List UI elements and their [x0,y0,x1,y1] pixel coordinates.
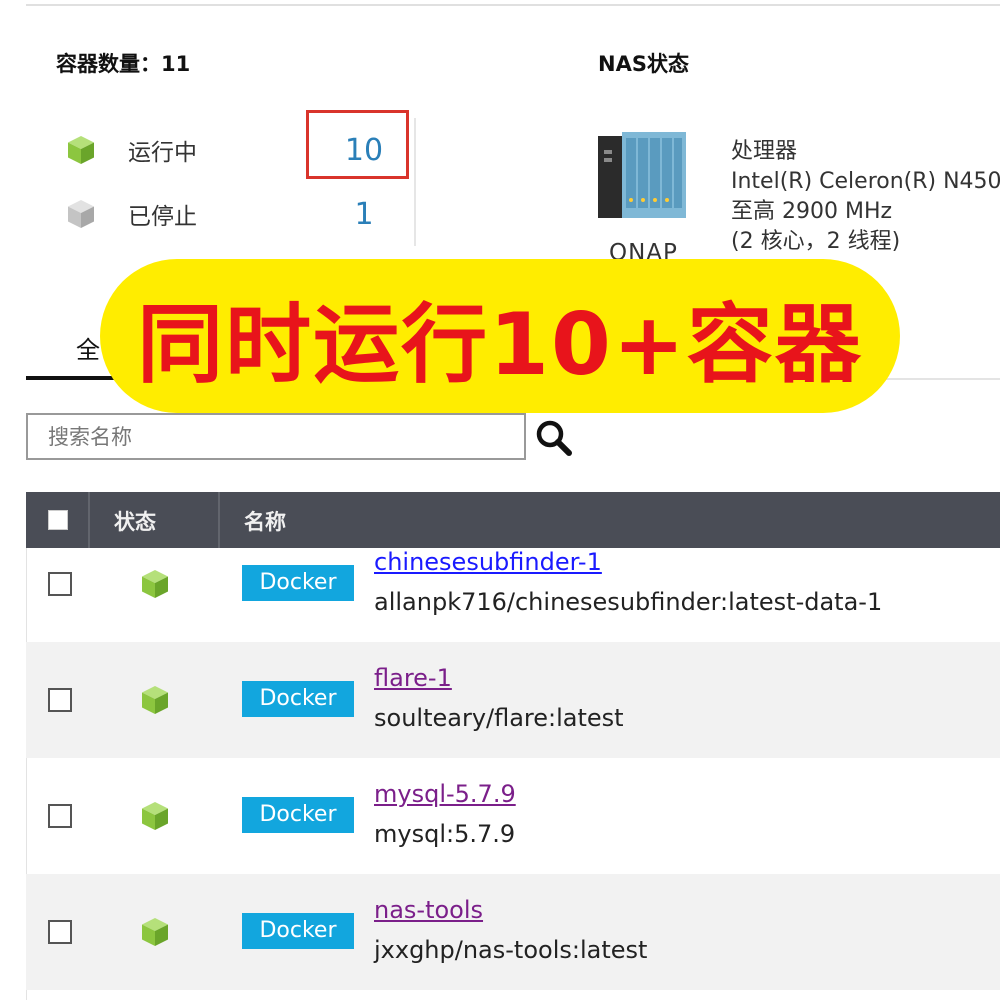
table-header: 状态 名称 [26,492,1000,548]
docker-badge: Docker [242,797,354,833]
cpu-model: Intel(R) Celeron(R) N4505 [731,169,1000,194]
nas-device-icon [598,132,686,218]
running-cube-icon [142,918,168,946]
table-row: Docker nas-tools jxxghp/nas-tools:latest [26,874,1000,990]
top-divider [26,4,1000,6]
running-cube-icon [142,686,168,714]
row-checkbox[interactable] [48,920,72,944]
container-name-link[interactable]: mysql-5.7.9 [374,780,516,808]
running-cube-icon [68,136,94,164]
select-all-checkbox[interactable] [48,510,68,530]
container-count-title: 容器数量：11 [56,52,191,76]
running-cube-icon [142,802,168,830]
running-stat: 运行中 10 [64,128,383,172]
nas-status-title: NAS状态 [598,52,689,76]
search-input[interactable] [26,413,526,460]
stopped-count[interactable]: 1 [336,197,392,232]
header-separator [88,492,90,548]
table-row: Docker flare-1 soulteary/flare:latest [26,642,1000,758]
running-cube-icon [142,570,168,598]
header-status[interactable]: 状态 [114,506,156,536]
stopped-stat: 已停止 1 [64,192,374,236]
header-name[interactable]: 名称 [244,506,286,536]
running-count-highlight [306,110,409,179]
container-image: soulteary/flare:latest [374,704,624,732]
search-icon[interactable] [534,418,574,458]
cpu-info: 处理器 Intel(R) Celeron(R) N4505 至高 2900 MH… [731,137,1000,257]
cpu-frequency: 至高 2900 MHz [731,199,893,224]
summary-divider [414,118,416,246]
stopped-cube-icon [68,200,94,228]
row-checkbox[interactable] [48,688,72,712]
running-label: 运行中 [128,140,197,166]
docker-badge: Docker [242,913,354,949]
row-checkbox[interactable] [48,804,72,828]
container-name-link[interactable]: flare-1 [374,664,452,692]
docker-badge: Docker [242,565,354,601]
cpu-heading: 处理器 [731,139,798,164]
promo-banner: 同时运行10+容器 [100,259,900,413]
container-name-link[interactable]: nas-tools [374,896,483,924]
container-image: allanpk716/chinesesubfinder:latest-data-… [374,588,883,616]
container-image: jxxghp/nas-tools:latest [374,936,648,964]
tab-all[interactable]: 全 [76,330,100,365]
table-row: Docker mysql-5.7.9 mysql:5.7.9 [26,758,1000,874]
stopped-label: 已停止 [128,204,197,230]
cpu-cores: (2 核心，2 线程) [731,229,901,254]
container-name-link[interactable]: chinesesubfinder-1 [374,548,602,576]
banner-text: 同时运行10+容器 [137,294,863,395]
docker-badge: Docker [242,681,354,717]
container-image: mysql:5.7.9 [374,820,516,848]
row-checkbox[interactable] [48,572,72,596]
header-separator [218,492,220,548]
